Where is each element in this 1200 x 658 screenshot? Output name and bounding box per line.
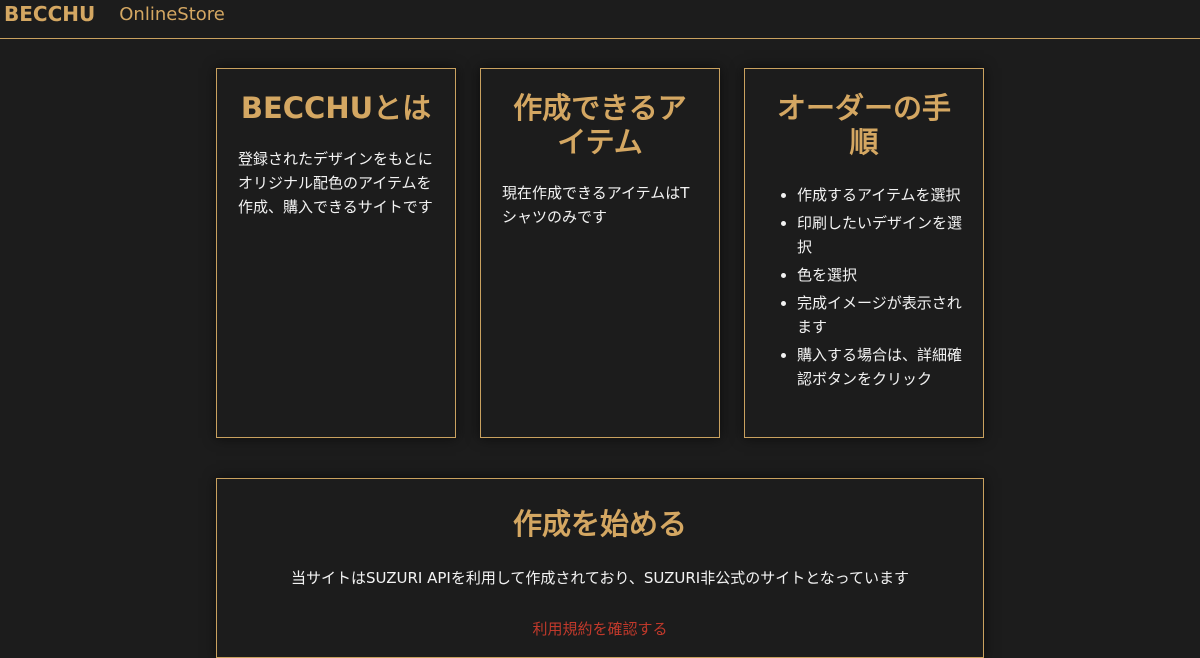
card-items: 作成できるアイテム 現在作成できるアイテムはTシャツのみです — [480, 68, 720, 438]
card-about: BECCHUとは 登録されたデザインをもとにオリジナル配色のアイテムを作成、購入… — [216, 68, 456, 438]
terms-link[interactable]: 利用規約を確認する — [532, 618, 667, 639]
start-section: 作成を始める 当サイトはSUZURI APIを利用して作成されており、SUZUR… — [216, 478, 984, 658]
order-step-item: 完成イメージが表示されます — [797, 291, 963, 339]
order-step-item: 色を選択 — [797, 263, 963, 287]
order-steps-list: 作成するアイテムを選択 印刷したいデザインを選択 色を選択 完成イメージが表示さ… — [765, 183, 963, 391]
card-about-text: 登録されたデザインをもとにオリジナル配色のアイテムを作成、購入できるサイトです — [238, 150, 433, 216]
start-title: 作成を始める — [512, 507, 687, 541]
card-order-steps-title: オーダーの手順 — [776, 91, 951, 159]
top-header: BECCHU OnlineStore — [0, 0, 1200, 39]
brand-logo[interactable]: BECCHU — [4, 2, 95, 26]
card-order-steps: オーダーの手順 作成するアイテムを選択 印刷したいデザインを選択 色を選択 完成… — [744, 68, 984, 438]
order-step-item: 購入する場合は、詳細確認ボタンをクリック — [797, 343, 963, 391]
card-items-text: 現在作成できるアイテムはTシャツのみです — [502, 184, 690, 226]
order-step-item: 印刷したいデザインを選択 — [797, 211, 963, 259]
start-notice-text: 当サイトはSUZURI APIを利用して作成されており、SUZURI非公式のサイ… — [290, 569, 910, 587]
order-step-item: 作成するアイテムを選択 — [797, 183, 963, 207]
info-cards: BECCHUとは 登録されたデザインをもとにオリジナル配色のアイテムを作成、購入… — [216, 68, 984, 438]
nav-link-online-store[interactable]: OnlineStore — [119, 4, 225, 25]
card-items-title: 作成できるアイテム — [513, 91, 687, 159]
card-about-title: BECCHUとは — [240, 91, 432, 125]
